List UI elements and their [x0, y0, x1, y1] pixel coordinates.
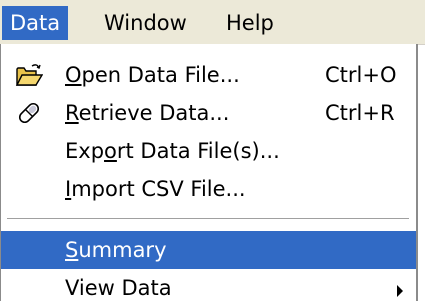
menu-item-retrieve-data[interactable]: Retrieve Data... Ctrl+R — [1, 94, 416, 132]
menu-item-summary[interactable]: Summary — [1, 231, 416, 269]
shortcut-ctrl-o: Ctrl+O — [325, 63, 397, 87]
submenu-arrow-icon — [397, 285, 403, 297]
export-label-start: Exp — [65, 139, 105, 163]
retrieve-data-label: etrieve Data... — [78, 101, 230, 125]
menu-window[interactable]: Window — [96, 6, 195, 40]
retrieve-pill-icon — [15, 99, 43, 127]
open-folder-icon — [15, 61, 44, 89]
export-label-end: rt Data File(s)... — [116, 139, 280, 163]
mnemonic-o: O — [65, 63, 82, 87]
import-csv-label: mport CSV File... — [71, 177, 246, 201]
mnemonic-r: R — [65, 101, 79, 125]
shortcut-ctrl-r: Ctrl+R — [325, 101, 395, 125]
menu-bar: Data Window Help — [0, 0, 425, 45]
view-data-label: View Data — [65, 276, 172, 300]
mnemonic-o-export: o — [104, 139, 117, 163]
menu-separator — [7, 218, 409, 220]
open-data-file-label: pen Data File... — [81, 63, 240, 87]
menu-data[interactable]: Data — [2, 6, 69, 40]
menu-help[interactable]: Help — [218, 6, 282, 40]
menu-item-import-csv-file[interactable]: Import CSV File... — [1, 170, 416, 208]
menu-item-view-data[interactable]: View Data — [1, 269, 416, 301]
menu-item-open-data-file[interactable]: Open Data File... Ctrl+O — [1, 56, 416, 94]
mnemonic-s: S — [65, 238, 79, 262]
data-menu-dropdown: Open Data File... Ctrl+O Retrieve Data..… — [0, 44, 418, 301]
menu-item-export-data-file[interactable]: Export Data File(s)... — [1, 132, 416, 170]
summary-label: ummary — [78, 238, 167, 262]
